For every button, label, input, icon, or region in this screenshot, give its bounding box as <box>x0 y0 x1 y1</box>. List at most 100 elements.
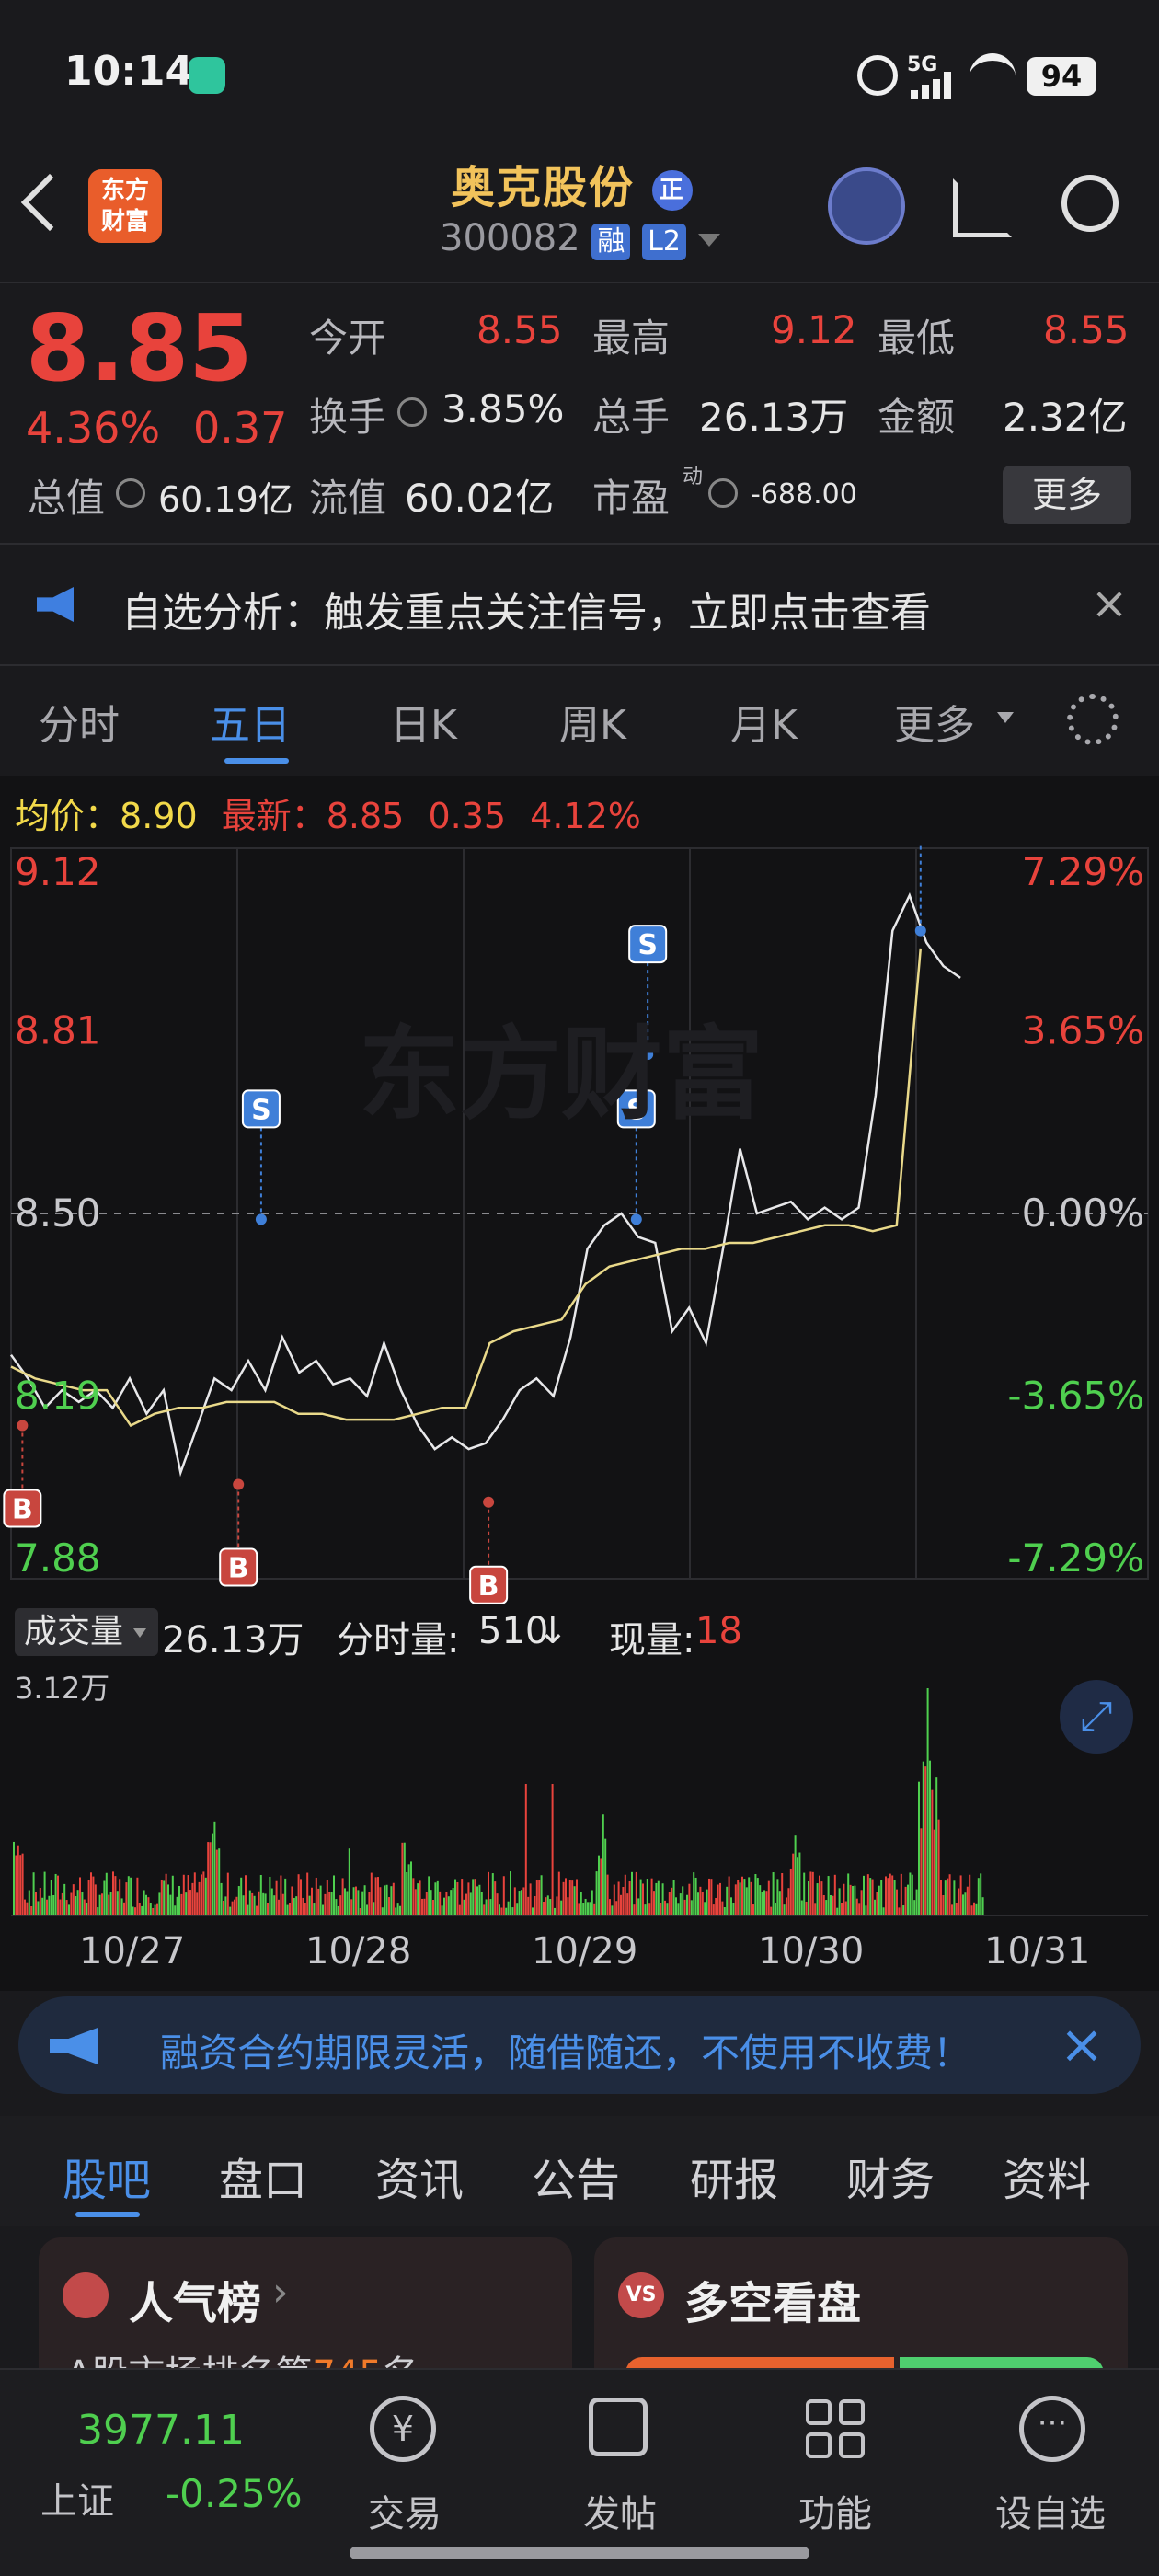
tab-announcements[interactable]: 公告 <box>532 2144 620 2208</box>
volume-bar <box>425 1892 428 1915</box>
signal-icon <box>911 72 955 99</box>
y-left-label: 7.88 <box>15 1535 101 1581</box>
amount-label: 金额 <box>878 395 956 440</box>
volume-bar <box>502 1876 505 1915</box>
volume-bar <box>871 1879 874 1915</box>
latest-label: 最新： <box>221 796 327 836</box>
volume-bar <box>355 1886 357 1915</box>
volume-bar <box>46 1899 48 1915</box>
tab-monthly-k[interactable]: 月K <box>730 692 798 751</box>
info-icon[interactable] <box>116 478 145 508</box>
volume-bar <box>980 1873 982 1915</box>
tab-daily-k[interactable]: 日K <box>390 692 457 751</box>
tab-order-book[interactable]: 盘口 <box>219 2144 307 2208</box>
volume-bar <box>712 1904 715 1915</box>
volume-bar <box>141 1905 143 1915</box>
tab-intraday[interactable]: 分时 <box>39 692 120 751</box>
buy-marker[interactable]: B <box>3 1420 42 1528</box>
volume-bar <box>204 1877 207 1915</box>
close-icon[interactable]: × <box>1089 581 1130 626</box>
volume-bar <box>699 1886 702 1915</box>
volume-bar <box>434 1882 437 1915</box>
volume-bar <box>704 1902 706 1915</box>
buy-marker[interactable]: B <box>469 1496 509 1604</box>
volume-bar <box>215 1849 218 1915</box>
search-icon[interactable] <box>1061 175 1119 232</box>
date-label: 10/29 <box>532 1930 638 1972</box>
volume-bar <box>116 1891 119 1915</box>
buy-marker[interactable]: B <box>219 1478 258 1587</box>
close-icon[interactable]: × <box>1056 2018 1107 2071</box>
back-icon[interactable] <box>20 173 79 232</box>
volume-bar <box>836 1907 839 1915</box>
chart-tabs: 分时 五日 日K 周K 月K 更多 <box>0 666 1159 776</box>
volume-bar <box>79 1877 81 1915</box>
sell-marker[interactable]: S <box>241 1089 281 1225</box>
volume-bar <box>19 1855 22 1915</box>
tab-news[interactable]: 资讯 <box>375 2144 464 2208</box>
volume-bar <box>633 1904 636 1915</box>
more-button[interactable]: 更多 <box>1003 466 1131 524</box>
turnover-value: 3.85% <box>442 386 565 431</box>
marker-label: B <box>228 1553 249 1585</box>
volume-bar <box>297 1874 300 1915</box>
promo-banner[interactable]: 融资合约期限灵活，随借随还，不使用不收费！ × <box>18 1996 1141 2094</box>
tab-weekly-k[interactable]: 周K <box>559 692 626 751</box>
nav-trade[interactable]: ¥ 交易 <box>331 2383 478 2548</box>
volume-bar <box>75 1896 77 1915</box>
volume-bar <box>337 1905 339 1915</box>
volume-bar <box>631 1871 633 1915</box>
volume-selector[interactable]: 成交量 <box>15 1608 158 1656</box>
notice-bar[interactable]: 自选分析：触发重点关注信号，立即点击查看 × <box>0 545 1159 664</box>
volume-bar <box>322 1904 324 1915</box>
volume-bar <box>521 1890 522 1915</box>
volume-bar <box>896 1889 898 1915</box>
info-icon[interactable] <box>397 397 427 427</box>
settings-gear-icon[interactable] <box>1067 694 1119 745</box>
stock-code-row[interactable]: 300082 融 L2 <box>440 217 720 260</box>
volume-bar <box>809 1871 812 1915</box>
tab-finance[interactable]: 财务 <box>846 2144 935 2208</box>
tab-profile[interactable]: 资料 <box>1003 2144 1091 2208</box>
volume-bar <box>611 1905 614 1915</box>
volume-bar <box>904 1886 907 1915</box>
volume-bar <box>798 1852 801 1915</box>
tab-more[interactable]: 更多 <box>894 692 975 751</box>
volume-bar <box>739 1882 741 1915</box>
volume-bar <box>234 1899 235 1915</box>
sell-marker[interactable]: S <box>902 843 939 937</box>
volume-bar <box>445 1891 448 1915</box>
y-left-label: 8.19 <box>15 1374 101 1419</box>
volume-bar <box>165 1873 167 1915</box>
tab-guba[interactable]: 股吧 <box>63 2144 151 2208</box>
nav-functions[interactable]: 功能 <box>762 2383 909 2548</box>
volume-bar <box>820 1881 823 1915</box>
volume-bar <box>191 1882 194 1915</box>
info-icon[interactable] <box>708 478 738 508</box>
volume-bar <box>461 1879 464 1915</box>
volume-bar <box>452 1888 454 1915</box>
volume-bar <box>167 1884 169 1915</box>
volume-bar <box>220 1882 223 1915</box>
volume-bar <box>557 1871 560 1915</box>
nav-add-watchlist[interactable]: ··· 设自选 <box>977 2383 1124 2548</box>
volume-bar <box>955 1903 958 1915</box>
volume-bar <box>319 1885 322 1915</box>
volume-bar <box>708 1878 710 1915</box>
volume-bar <box>90 1872 92 1915</box>
tab-five-day[interactable]: 五日 <box>210 692 291 751</box>
volume-bar <box>789 1868 792 1915</box>
nav-post[interactable]: 发帖 <box>546 2383 694 2548</box>
tab-research[interactable]: 研报 <box>690 2144 778 2208</box>
share-icon[interactable] <box>953 178 1012 237</box>
volume-bar <box>48 1895 51 1915</box>
volume-bar <box>719 1882 721 1915</box>
volume-bar <box>377 1877 379 1915</box>
volume-bar <box>775 1903 776 1915</box>
robot-assistant-icon[interactable] <box>828 167 905 245</box>
volume-bar <box>154 1904 156 1915</box>
volume-bar <box>224 1896 227 1915</box>
volume-bar <box>384 1885 386 1915</box>
volume-bar <box>414 1889 417 1915</box>
chart-area[interactable]: 均价：8.90 最新：8.85 0.35 4.12% BBSBSSS 东方财富 … <box>0 776 1159 1604</box>
